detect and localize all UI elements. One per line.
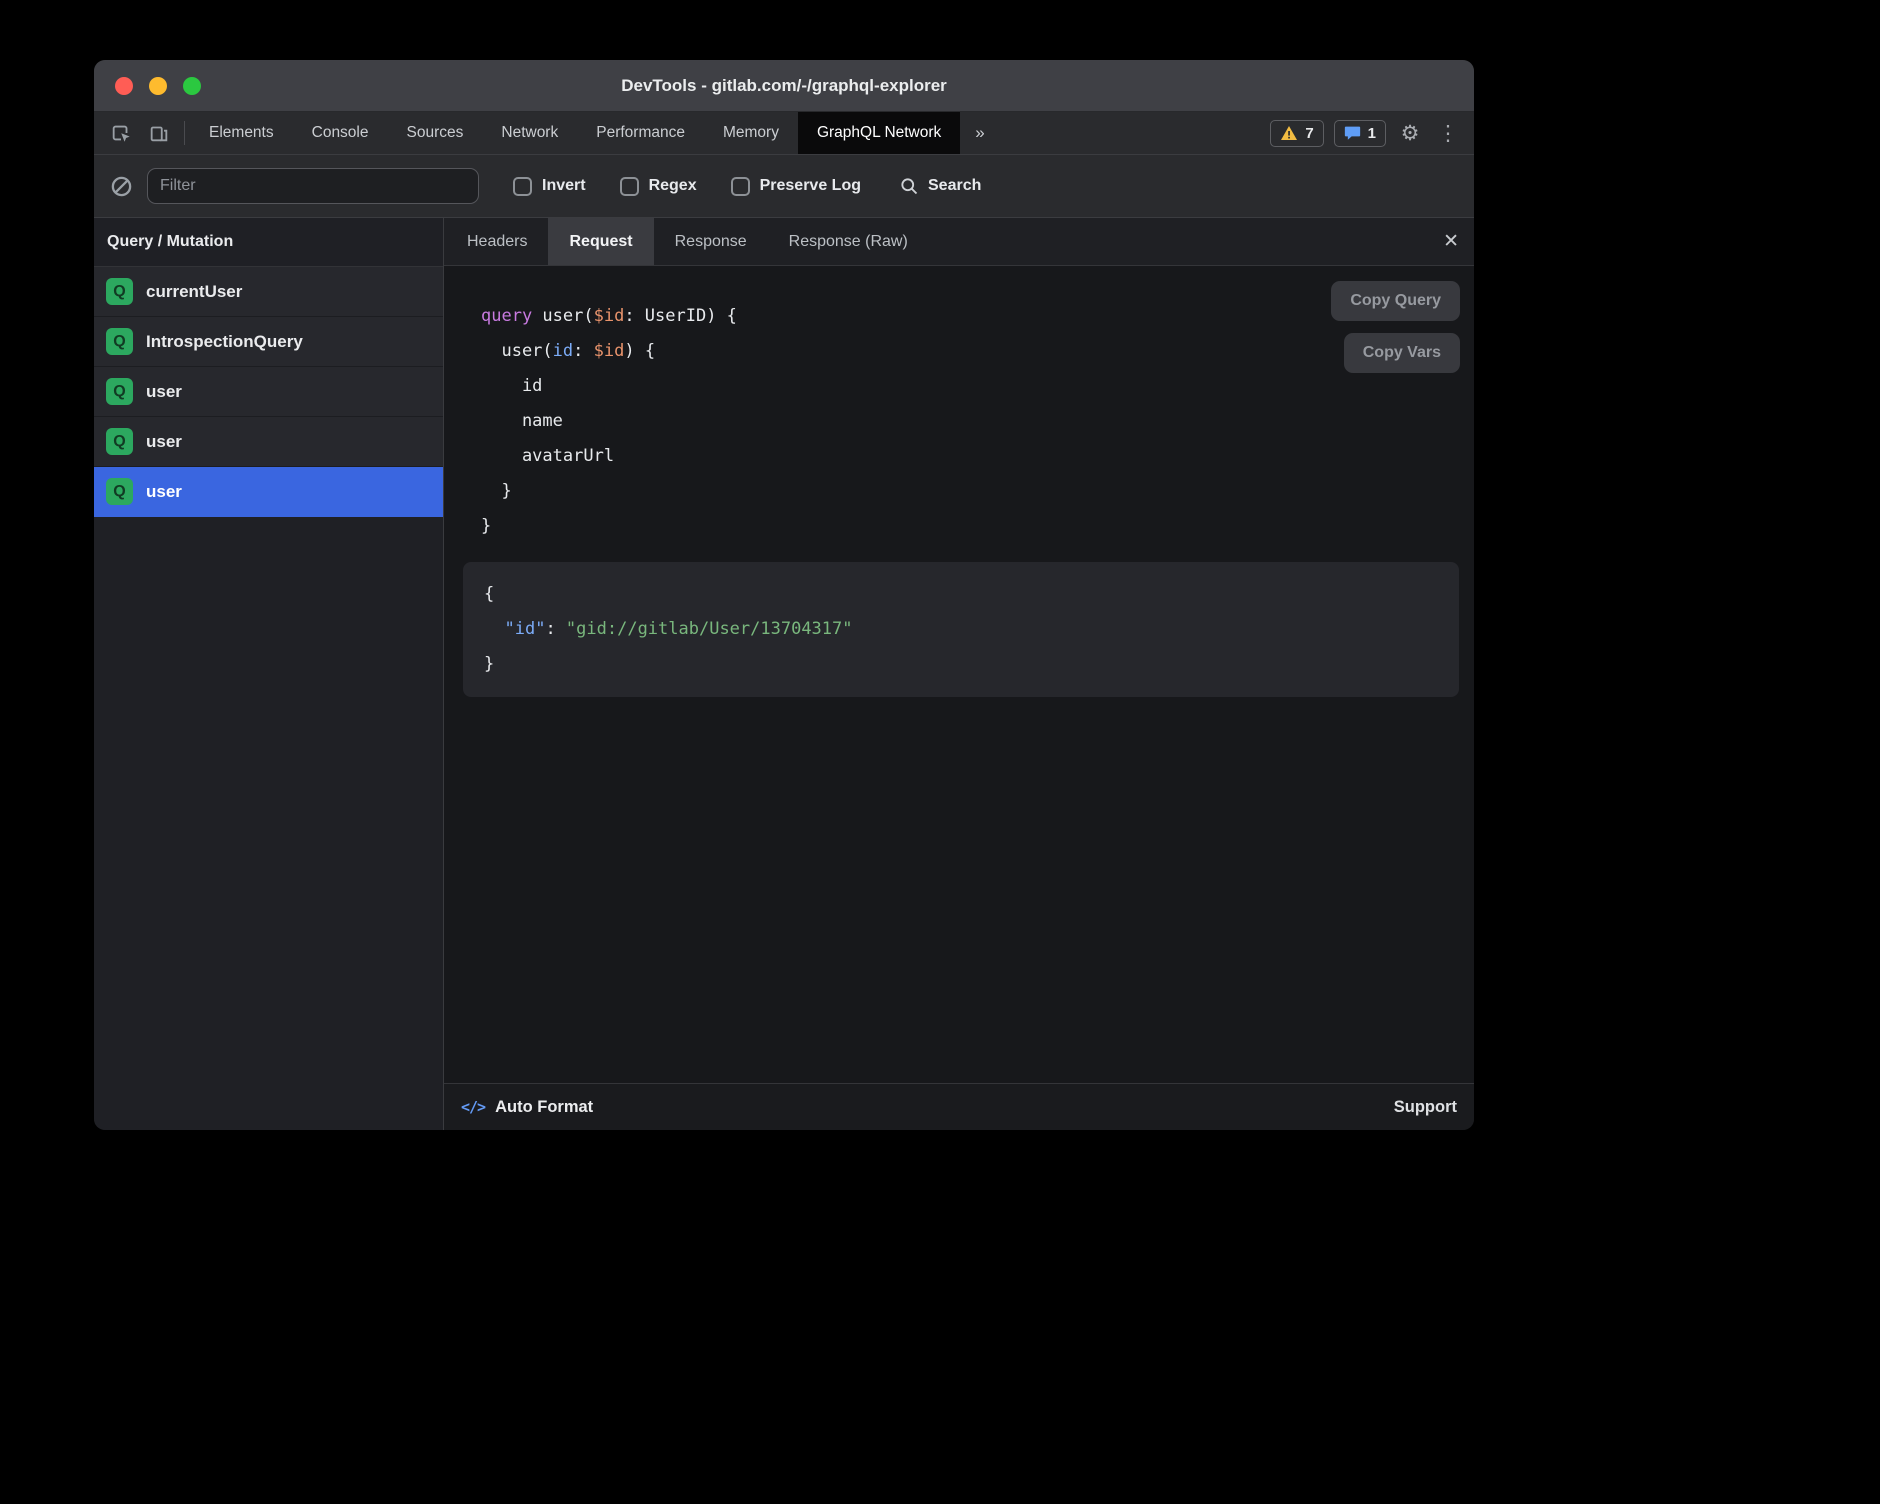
warning-icon [1280,125,1298,141]
query-label: user [146,432,182,452]
invert-checkbox[interactable]: Invert [513,177,586,196]
settings-gear-icon[interactable]: ⚙ [1396,121,1424,146]
regex-checkbox[interactable]: Regex [620,177,697,196]
checkbox-label: Regex [649,177,697,195]
tab-elements[interactable]: Elements [190,112,293,154]
checkbox-label: Invert [542,177,586,195]
titlebar: DevTools - gitlab.com/-/graphql-explorer [94,60,1474,112]
query-row-user-1[interactable]: Q user [94,367,443,417]
footer-bar: </> Auto Format Support [444,1083,1474,1130]
filter-input[interactable] [147,168,479,204]
minimize-window-button[interactable] [149,77,167,95]
query-code: query user($id: UserID) { user(id: $id) … [481,299,1474,544]
search-icon [899,176,919,196]
checkbox-box[interactable] [513,177,532,196]
warning-count: 7 [1305,125,1313,142]
preserve-log-checkbox[interactable]: Preserve Log [731,177,861,196]
kebab-menu-icon[interactable]: ⋮ [1434,121,1462,146]
checkbox-box[interactable] [620,177,639,196]
close-window-button[interactable] [115,77,133,95]
query-row-introspectionquery[interactable]: Q IntrospectionQuery [94,317,443,367]
tab-console[interactable]: Console [293,112,388,154]
message-bubble-icon [1344,125,1361,141]
tab-network[interactable]: Network [482,112,577,154]
query-label: currentUser [146,282,242,302]
auto-format-button[interactable]: </> Auto Format [461,1098,593,1117]
query-label: IntrospectionQuery [146,332,303,352]
device-toolbar-icon[interactable] [144,118,174,148]
copy-vars-button[interactable]: Copy Vars [1344,333,1460,373]
tab-headers[interactable]: Headers [446,218,548,265]
code-format-icon: </> [461,1098,485,1116]
tab-request[interactable]: Request [548,218,653,265]
divider [184,121,185,145]
query-list-panel: Query / Mutation Q currentUser Q Introsp… [94,218,444,1130]
auto-format-label: Auto Format [495,1098,593,1117]
query-row-user-2[interactable]: Q user [94,417,443,467]
tabbar-right-cluster: 7 1 ⚙ ⋮ [1270,112,1474,154]
tab-sources[interactable]: Sources [388,112,483,154]
checkbox-box[interactable] [731,177,750,196]
traffic-lights [94,77,201,95]
tab-performance[interactable]: Performance [577,112,704,154]
tool-icons [94,112,184,154]
query-type-badge: Q [106,278,133,305]
query-type-badge: Q [106,378,133,405]
query-type-badge: Q [106,478,133,505]
query-type-badge: Q [106,328,133,355]
detail-tab-bar: Headers Request Response Response (Raw) … [444,218,1474,266]
warnings-badge[interactable]: 7 [1270,120,1323,147]
request-content: Copy Query Copy Vars query user($id: Use… [444,266,1474,1083]
support-link[interactable]: Support [1394,1098,1457,1117]
checkbox-label: Preserve Log [760,177,861,195]
devtools-tab-bar: Elements Console Sources Network Perform… [94,112,1474,155]
search-label: Search [928,177,981,195]
tab-response[interactable]: Response [654,218,768,265]
inspect-element-icon[interactable] [106,118,136,148]
network-filter-toolbar: Invert Regex Preserve Log Search [94,155,1474,218]
tab-response-raw[interactable]: Response (Raw) [768,218,929,265]
window-title: DevTools - gitlab.com/-/graphql-explorer [94,76,1474,96]
more-tabs-chevron-icon[interactable]: » [960,112,999,154]
query-row-currentuser[interactable]: Q currentUser [94,267,443,317]
tab-graphql-network[interactable]: GraphQL Network [798,112,960,154]
issue-count: 1 [1368,125,1376,142]
query-label: user [146,482,182,502]
query-row-user-3-selected[interactable]: Q user [94,467,443,517]
zoom-window-button[interactable] [183,77,201,95]
query-list-header: Query / Mutation [94,218,443,267]
tab-memory[interactable]: Memory [704,112,798,154]
main-split: Query / Mutation Q currentUser Q Introsp… [94,218,1474,1130]
close-icon[interactable]: ✕ [1443,218,1459,265]
request-detail-panel: Headers Request Response Response (Raw) … [444,218,1474,1130]
search-button[interactable]: Search [899,176,981,196]
issues-badge[interactable]: 1 [1334,120,1386,147]
query-type-badge: Q [106,428,133,455]
query-list: Q currentUser Q IntrospectionQuery Q use… [94,267,443,1130]
devtools-window: DevTools - gitlab.com/-/graphql-explorer… [94,60,1474,1130]
variables-code: { "id": "gid://gitlab/User/13704317"} [463,562,1459,697]
query-label: user [146,382,182,402]
clear-log-icon[interactable] [110,175,133,198]
copy-query-button[interactable]: Copy Query [1331,281,1460,321]
copy-buttons: Copy Query Copy Vars [1331,281,1460,373]
